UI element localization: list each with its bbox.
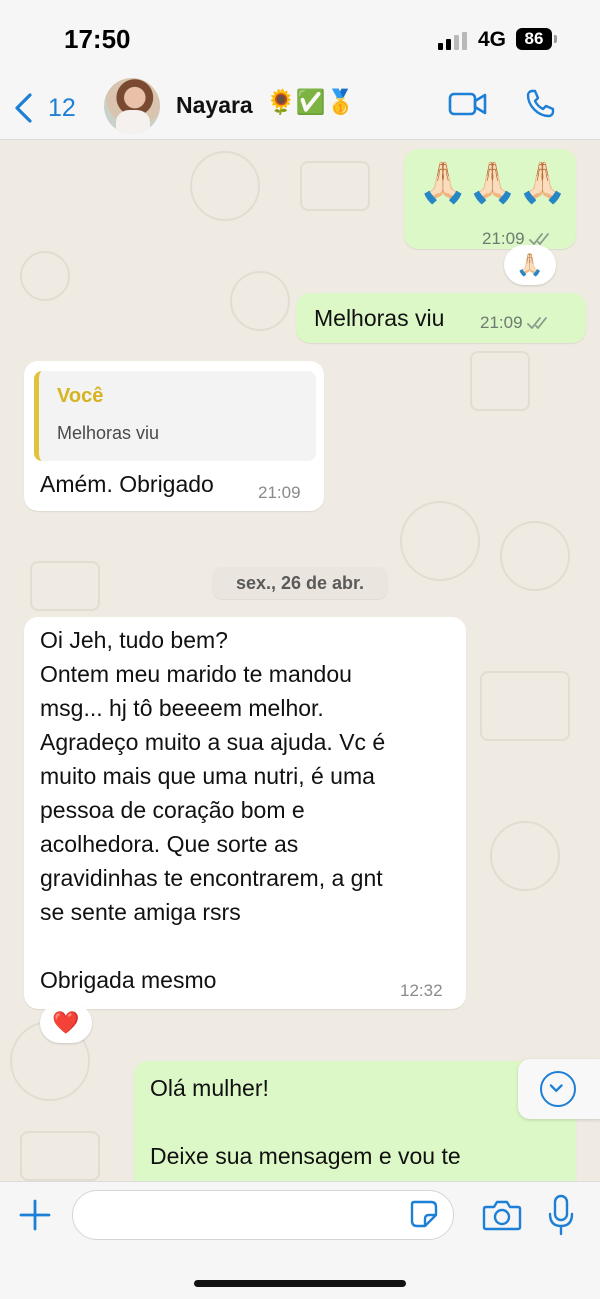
unread-count: 12 <box>48 93 76 122</box>
chat-header: 12 Nayara 🌻✅🥇 <box>0 78 600 140</box>
message-time: 21:09 <box>258 483 301 502</box>
message-line <box>40 929 385 963</box>
message-text: Melhoras viu <box>314 305 445 331</box>
avatar[interactable] <box>104 78 160 134</box>
outgoing-message[interactable]: 🙏🏻🙏🏻🙏🏻 21:09 <box>404 149 576 249</box>
chat-area[interactable]: 🙏🏻🙏🏻🙏🏻 21:09 🙏🏻 Melhoras viu 21:09 Você … <box>0 141 600 1181</box>
message-line <box>150 1105 461 1139</box>
message-reaction[interactable]: 🙏🏻 <box>504 245 556 285</box>
date-divider: sex., 26 de abr. <box>212 567 388 599</box>
cellular-signal-icon <box>438 32 470 50</box>
phone-icon[interactable] <box>524 88 556 120</box>
contact-name-emoji: 🌻✅🥇 <box>266 89 356 116</box>
message-time: 12:32 <box>400 981 443 1000</box>
wallpaper-doodle <box>500 521 570 591</box>
video-call-icon[interactable] <box>448 90 488 118</box>
network-type: 4G <box>478 28 507 51</box>
message-line: msg... hj tô beeeem melhor. <box>40 695 324 721</box>
message-line: pessoa de coração bom e <box>40 797 305 823</box>
message-line: Deixe sua mensagem e vou te <box>150 1143 461 1169</box>
wallpaper-doodle <box>490 821 560 891</box>
message-line: acolhedora. Que sorte as <box>40 831 299 857</box>
outgoing-message[interactable]: Melhoras viu 21:09 <box>296 293 586 343</box>
incoming-message[interactable]: Oi Jeh, tudo bem? Ontem meu marido te ma… <box>24 617 466 1009</box>
chevron-left-icon <box>15 93 32 123</box>
message-line: Agradeço muito a sua ajuda. Vc é <box>40 729 386 755</box>
wallpaper-doodle <box>190 151 260 221</box>
chevron-down-icon <box>540 1071 576 1107</box>
message-line: Olá mulher! <box>150 1075 269 1101</box>
double-check-icon <box>528 233 549 245</box>
wallpaper-doodle <box>230 271 290 331</box>
message-body: Oi Jeh, tudo bem? Ontem meu marido te ma… <box>40 623 385 997</box>
message-time: 21:09 <box>480 313 523 332</box>
message-text: Amém. Obrigado <box>40 471 214 497</box>
avatar-photo <box>116 110 150 134</box>
wallpaper-doodle <box>480 671 570 741</box>
quote-author: Você <box>57 385 104 407</box>
message-line: gravidinhas te encontrarem, a gnt <box>40 865 383 891</box>
quote-text: Melhoras viu <box>57 423 160 443</box>
message-line: Obrigada mesmo <box>40 967 217 993</box>
wallpaper-doodle <box>470 351 530 411</box>
battery-icon <box>554 35 557 43</box>
wallpaper-doodle <box>20 251 70 301</box>
message-input[interactable] <box>72 1190 454 1240</box>
scroll-down-button[interactable] <box>518 1059 600 1119</box>
message-meta: 21:09 <box>480 313 549 333</box>
camera-icon[interactable] <box>482 1198 522 1232</box>
message-reaction[interactable]: ❤️ <box>40 1003 92 1043</box>
wallpaper-doodle <box>300 161 370 211</box>
contact-name[interactable]: Nayara <box>176 92 253 119</box>
quoted-message[interactable]: Você Melhoras viu <box>34 371 316 461</box>
message-line: Ontem meu marido te mandou <box>40 661 352 687</box>
status-bar: 17:50 4G 86 <box>0 0 600 78</box>
microphone-icon[interactable] <box>546 1194 576 1236</box>
outgoing-message[interactable]: Olá mulher! Deixe sua mensagem e vou te <box>134 1061 576 1181</box>
message-text: 🙏🏻🙏🏻🙏🏻 <box>418 161 568 205</box>
sticker-icon[interactable] <box>409 1199 439 1229</box>
back-button[interactable]: 12 <box>12 90 76 126</box>
home-indicator <box>194 1280 406 1287</box>
message-line: Oi Jeh, tudo bem? <box>40 627 228 653</box>
wallpaper-doodle <box>400 501 480 581</box>
double-check-icon <box>526 317 547 329</box>
message-line: se sente amiga rsrs <box>40 899 241 925</box>
message-body: Olá mulher! Deixe sua mensagem e vou te <box>150 1071 461 1173</box>
wallpaper-doodle <box>30 561 100 611</box>
incoming-message[interactable]: Você Melhoras viu Amém. Obrigado 21:09 <box>24 361 324 511</box>
composer-bar <box>0 1181 600 1299</box>
battery-level: 86 <box>516 28 552 50</box>
wallpaper-doodle <box>20 1131 100 1181</box>
message-line: muito mais que uma nutri, é uma <box>40 763 375 789</box>
status-time: 17:50 <box>64 24 131 54</box>
plus-icon[interactable] <box>18 1198 52 1232</box>
